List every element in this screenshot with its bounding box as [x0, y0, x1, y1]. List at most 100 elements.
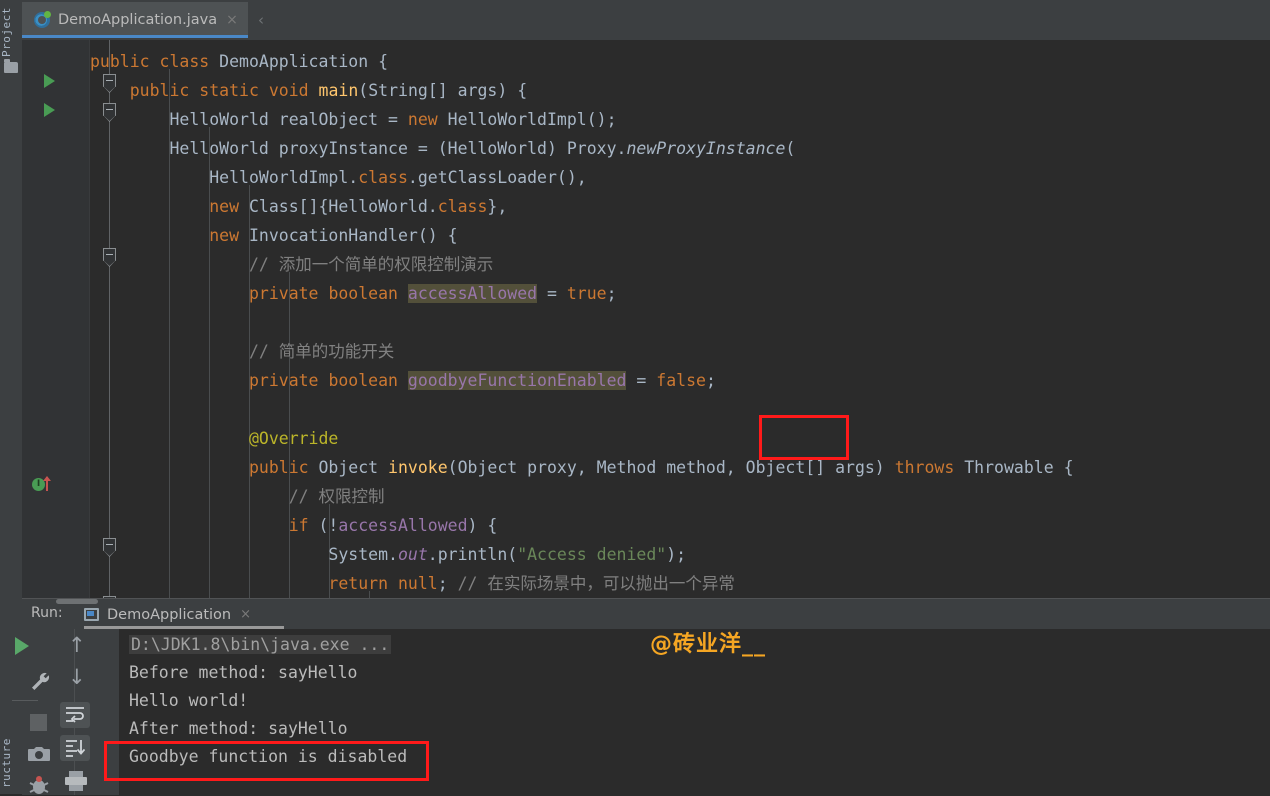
ide-window: Project ructure DemoApplication.java × ‹…	[0, 0, 1270, 794]
code-token: .println(	[428, 545, 517, 564]
code-text[interactable]: public class DemoApplication { public st…	[90, 40, 1270, 598]
code-line: public static void main(String[] args) {	[90, 76, 1270, 105]
code-token: HelloWorld realObject =	[169, 110, 407, 129]
code-token: },	[487, 197, 507, 216]
soft-wrap-icon	[65, 706, 85, 724]
code-token: "Access denied"	[517, 545, 666, 564]
code-token: );	[666, 545, 686, 564]
stop-button[interactable]	[30, 714, 47, 731]
code-line: new InvocationHandler() {	[90, 221, 1270, 250]
code-token	[309, 81, 319, 100]
code-token: ) {	[468, 516, 498, 535]
console-text: D:\JDK1.8\bin\java.exe ...	[129, 635, 391, 654]
code-token: main	[319, 81, 359, 100]
console-text: Before method: sayHello	[129, 663, 357, 682]
code-token: class	[160, 52, 210, 71]
implements-method-icon[interactable]: I	[32, 477, 46, 491]
down-button[interactable]: ↓	[68, 665, 86, 689]
code-token: (String[] args) {	[358, 81, 527, 100]
sidebar-item-project[interactable]: Project	[0, 4, 22, 60]
code-token	[388, 574, 398, 593]
code-token: if	[289, 516, 309, 535]
code-token: new	[408, 110, 438, 129]
code-line	[90, 395, 1270, 424]
code-line: if (!accessAllowed) {	[90, 511, 1270, 540]
code-token: InvocationHandler() {	[239, 226, 458, 245]
toolbar-divider	[12, 700, 38, 701]
tab-active-underline	[22, 35, 248, 38]
code-line: // 简单的功能开关	[90, 337, 1270, 366]
code-token: class	[438, 197, 488, 216]
code-token	[259, 81, 269, 100]
code-token: // 添加一个简单的权限控制演示	[249, 255, 493, 274]
code-line: private boolean accessAllowed = true;	[90, 279, 1270, 308]
code-token: {	[368, 52, 388, 71]
up-button[interactable]: ↑	[68, 633, 86, 657]
code-line: return null; // 在实际场景中，可以抛出一个异常	[90, 569, 1270, 598]
code-token: =	[537, 284, 567, 303]
code-token	[398, 371, 408, 390]
watermark-text: @砖业洋__	[650, 626, 766, 658]
code-token: goodbyeFunctionEnabled	[408, 371, 627, 390]
code-token: =	[626, 371, 656, 390]
code-token: Class[]{HelloWorld.	[239, 197, 438, 216]
run-gutter-icon-main[interactable]	[44, 103, 55, 117]
code-line: private boolean goodbyeFunctionEnabled =…	[90, 366, 1270, 395]
code-line: @Override	[90, 424, 1270, 453]
close-icon[interactable]: ×	[226, 13, 238, 27]
code-token: private	[249, 284, 319, 303]
console-line: D:\JDK1.8\bin\java.exe ...	[129, 631, 391, 659]
run-gutter-icon-class[interactable]	[44, 74, 55, 88]
rerun-button[interactable]	[15, 637, 29, 655]
debug-button[interactable]	[27, 774, 51, 796]
horizontal-scrollbar-thumb[interactable]	[56, 599, 98, 604]
sidebar-item-structure[interactable]: ructure	[0, 732, 22, 794]
override-arrow-icon	[46, 477, 48, 491]
editor-tabbar: DemoApplication.java × ‹	[22, 0, 1270, 41]
code-token: true	[567, 284, 607, 303]
code-token: ;	[607, 284, 617, 303]
code-line: HelloWorld proxyInstance = (HelloWorld) …	[90, 134, 1270, 163]
tab-demoapplication-java[interactable]: DemoApplication.java ×	[22, 2, 248, 38]
code-line: HelloWorld realObject = new HelloWorldIm…	[90, 105, 1270, 134]
console-text: Goodbye function is disabled	[129, 747, 407, 766]
code-token: Object	[309, 458, 388, 477]
code-token: throws	[895, 458, 955, 477]
code-token: .getClassLoader(),	[408, 168, 587, 187]
code-token: new	[209, 197, 239, 216]
console-line: Goodbye function is disabled	[129, 743, 407, 771]
java-class-icon	[34, 12, 50, 28]
code-line: HelloWorldImpl.class.getClassLoader(),	[90, 163, 1270, 192]
code-token: HelloWorld proxyInstance = (HelloWorld) …	[169, 139, 626, 158]
close-icon[interactable]: ×	[240, 607, 251, 622]
code-token: @Override	[249, 429, 338, 448]
code-token: HelloWorldImpl();	[438, 110, 617, 129]
print-button[interactable]	[64, 770, 88, 792]
run-config-icon	[84, 608, 99, 621]
code-token	[209, 52, 219, 71]
console-line: Hello world!	[129, 687, 248, 715]
run-tab-demoapplication[interactable]: DemoApplication ×	[84, 600, 251, 629]
code-token: (!	[309, 516, 339, 535]
edit-configurations-button[interactable]	[28, 668, 52, 692]
code-token: public	[130, 81, 190, 100]
screenshot-button[interactable]	[27, 744, 51, 764]
tab-label: DemoApplication.java	[58, 12, 217, 28]
chevron-left-icon[interactable]: ‹	[258, 11, 264, 29]
console-line: After method: sayHello	[129, 715, 348, 743]
scroll-to-end-icon	[65, 739, 85, 757]
code-token: ;	[706, 371, 716, 390]
code-token	[150, 52, 160, 71]
code-token: boolean	[328, 284, 398, 303]
run-tool-window: Run: DemoApplication × D:\JDK1.8\bin\jav…	[22, 598, 1270, 795]
console-line: Before method: sayHello	[129, 659, 357, 687]
code-token: HelloWorldImpl.	[209, 168, 358, 187]
code-token	[189, 81, 199, 100]
editor-gutter[interactable]	[22, 40, 90, 598]
code-token: boolean	[328, 371, 398, 390]
code-token: (	[785, 139, 795, 158]
code-token: invoke	[388, 458, 448, 477]
code-editor[interactable]: I public class DemoApplication { public …	[22, 40, 1270, 598]
folder-icon[interactable]	[4, 62, 18, 73]
left-tool-strip: Project ructure	[0, 0, 23, 794]
